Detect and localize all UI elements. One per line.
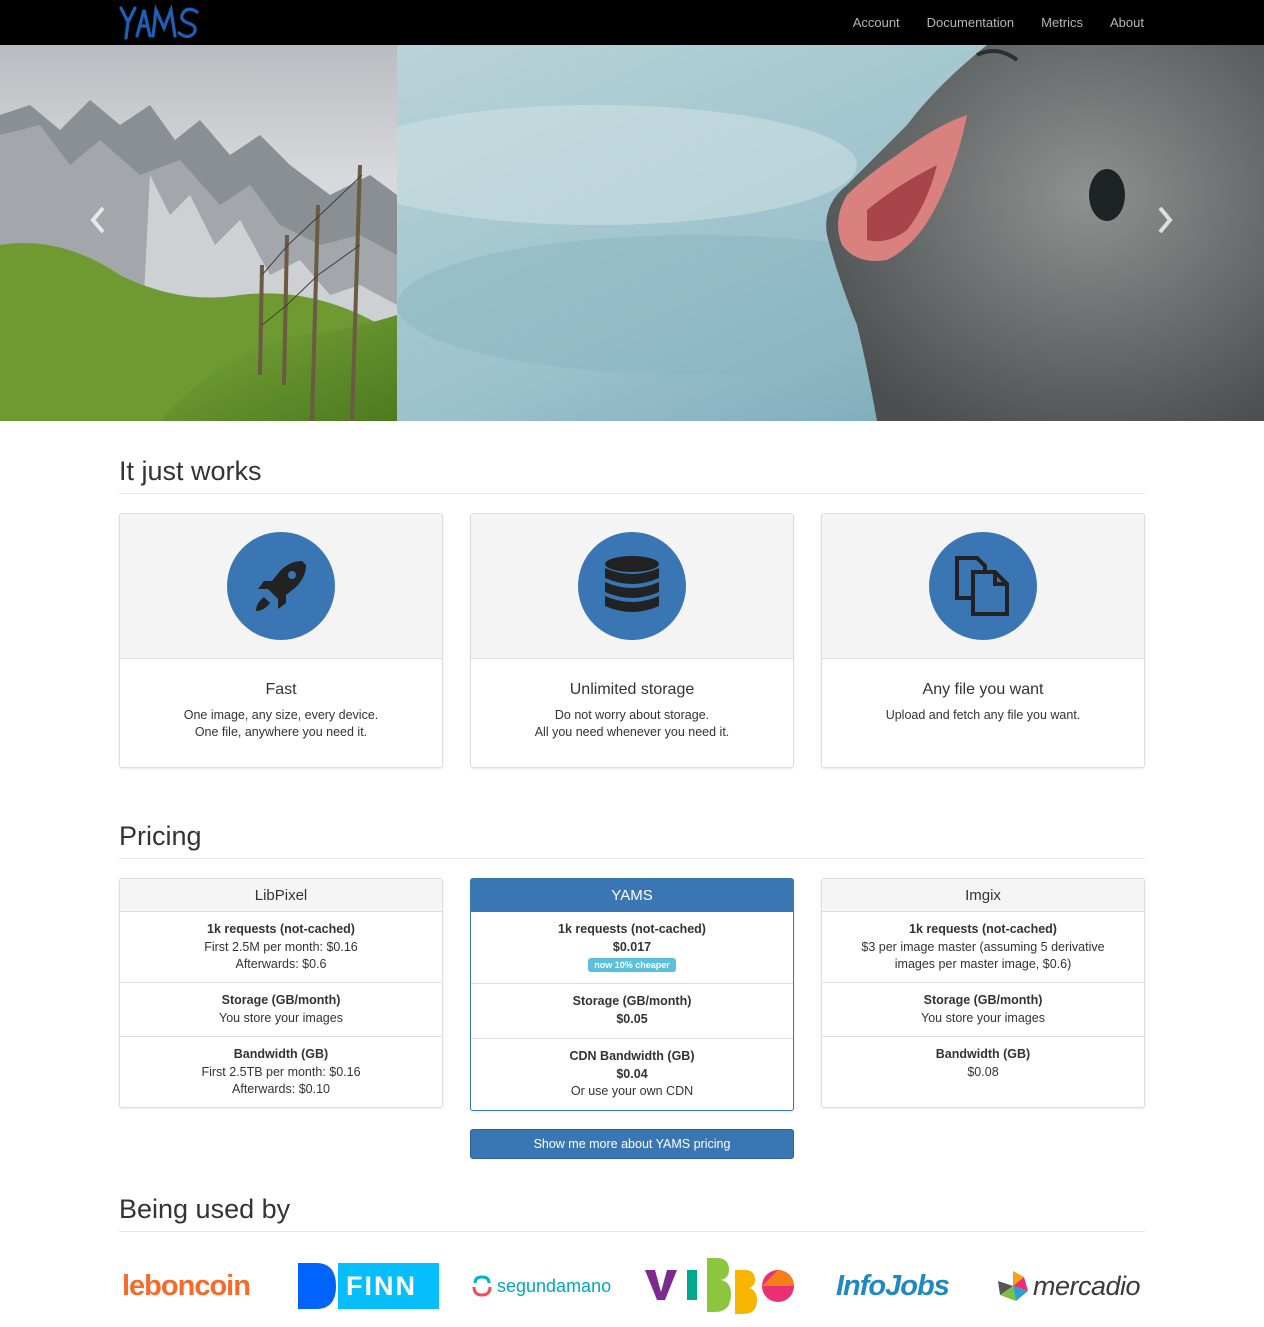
feature-icon-area xyxy=(471,514,793,659)
plan-name: LibPixel xyxy=(120,879,442,912)
segundamano-mark-icon xyxy=(472,1275,492,1297)
storage-row: Storage (GB/month) You store your images xyxy=(822,983,1144,1037)
row-value: images per master image, $0.6) xyxy=(894,957,1072,971)
feature-title: Fast xyxy=(265,681,297,698)
row-label: Storage (GB/month) xyxy=(923,993,1043,1007)
row-value: $0.08 xyxy=(967,1064,999,1079)
feature-card-fast: Fast One image, any size, every device. … xyxy=(119,513,443,768)
feature-title: Any file you want xyxy=(922,681,1044,698)
row-label: 1k requests (not-cached) xyxy=(558,922,706,936)
pricing-section-title: Pricing xyxy=(119,821,1145,859)
pricing-card-libpixel: LibPixel 1k requests (not-cached) First … xyxy=(119,878,443,1108)
row-label: Storage (GB/month) xyxy=(572,994,692,1008)
feature-line: Upload and fetch any file you want. xyxy=(885,708,1081,722)
row-value: First 2.5M per month: $0.16 xyxy=(204,939,358,954)
row-value: Or use your own CDN xyxy=(570,1084,694,1098)
nav-documentation[interactable]: Documentation xyxy=(927,15,1014,30)
feature-card-storage: Unlimited storage Do not worry about sto… xyxy=(470,513,794,768)
storage-row: Storage (GB/month) $0.05 xyxy=(471,984,793,1039)
clients-section-title: Being used by xyxy=(119,1194,1145,1232)
logo-text: segundamano xyxy=(497,1275,612,1296)
discount-badge: now 10% cheaper xyxy=(588,958,676,972)
mountain-slide-image xyxy=(0,45,397,421)
logo-text: InfoJobs xyxy=(836,1269,950,1302)
feature-line: One image, any size, every device. xyxy=(183,708,379,722)
show-pricing-button[interactable]: Show me more about YAMS pricing xyxy=(470,1129,794,1159)
rocket-icon xyxy=(227,532,335,640)
feature-icon-area xyxy=(822,514,1144,659)
requests-row: 1k requests (not-cached) First 2.5M per … xyxy=(120,912,442,983)
mercadio-logo[interactable]: mercadio xyxy=(996,1258,1146,1314)
plan-name: Imgix xyxy=(822,879,1144,912)
feature-line: Do not worry about storage. xyxy=(554,708,710,722)
features-section-title: It just works xyxy=(119,456,1145,494)
feature-line: All you need whenever you need it. xyxy=(534,725,730,739)
hero-carousel[interactable] xyxy=(0,45,1264,421)
vibbo-logo[interactable] xyxy=(645,1258,795,1314)
yams-logo[interactable] xyxy=(118,2,202,42)
row-value: You store your images xyxy=(219,1010,343,1025)
requests-row: 1k requests (not-cached) $3 per image ma… xyxy=(822,912,1144,983)
row-label: 1k requests (not-cached) xyxy=(207,922,355,936)
bandwidth-row: CDN Bandwidth (GB) $0.04 Or use your own… xyxy=(471,1039,793,1110)
feature-icon-area xyxy=(120,514,442,659)
infojobs-logo[interactable]: InfoJobs xyxy=(836,1258,954,1314)
finn-logo[interactable]: FINN xyxy=(298,1258,439,1314)
row-value: $0.04 xyxy=(616,1066,648,1081)
row-value: $0.05 xyxy=(616,1011,648,1026)
plan-name: YAMS xyxy=(471,879,793,912)
database-icon xyxy=(578,532,686,640)
row-label: Bandwidth (GB) xyxy=(233,1047,329,1061)
sea-lion-slide-image xyxy=(397,45,1264,421)
logo-text: mercadio xyxy=(1033,1270,1141,1301)
row-value: Afterwards: $0.6 xyxy=(235,957,327,971)
row-value: $3 per image master (assuming 5 derivati… xyxy=(861,939,1105,954)
feature-card-any-file: Any file you want Upload and fetch any f… xyxy=(821,513,1145,768)
row-label: CDN Bandwidth (GB) xyxy=(569,1049,695,1063)
feature-title: Unlimited storage xyxy=(569,681,695,698)
row-value: $0.017 xyxy=(612,939,652,954)
nav-about[interactable]: About xyxy=(1110,15,1144,30)
navbar: Account Documentation Metrics About xyxy=(0,0,1264,45)
requests-row: 1k requests (not-cached) $0.017 now 10% … xyxy=(471,912,793,984)
nav-account[interactable]: Account xyxy=(853,15,900,30)
logo-text: FINN xyxy=(346,1271,417,1301)
pricing-card-imgix: Imgix 1k requests (not-cached) $3 per im… xyxy=(821,878,1145,1108)
mercadio-mark-icon xyxy=(998,1271,1028,1301)
files-icon xyxy=(929,532,1037,640)
logo-text: leboncoin xyxy=(122,1269,251,1302)
row-label: Bandwidth (GB) xyxy=(935,1047,1031,1061)
bandwidth-row: Bandwidth (GB) $0.08 xyxy=(822,1037,1144,1107)
carousel-next-icon[interactable] xyxy=(1150,200,1180,240)
carousel-prev-icon[interactable] xyxy=(83,200,113,240)
vibbo-wordmark-icon xyxy=(645,1258,794,1314)
row-value: You store your images xyxy=(921,1010,1045,1025)
feature-line: One file, anywhere you need it. xyxy=(194,725,368,739)
bandwidth-row: Bandwidth (GB) First 2.5TB per month: $0… xyxy=(120,1037,442,1107)
row-value: First 2.5TB per month: $0.16 xyxy=(201,1064,361,1079)
row-label: 1k requests (not-cached) xyxy=(909,922,1057,936)
storage-row: Storage (GB/month) You store your images xyxy=(120,983,442,1037)
row-value: Afterwards: $0.10 xyxy=(232,1082,330,1096)
nav-links: Account Documentation Metrics About xyxy=(826,0,1144,45)
nav-metrics[interactable]: Metrics xyxy=(1041,15,1083,30)
pricing-card-yams: YAMS 1k requests (not-cached) $0.017 now… xyxy=(470,878,794,1111)
segundamano-logo[interactable]: segundamano xyxy=(471,1258,617,1314)
leboncoin-logo[interactable]: leboncoin xyxy=(122,1258,264,1314)
row-label: Storage (GB/month) xyxy=(221,993,341,1007)
